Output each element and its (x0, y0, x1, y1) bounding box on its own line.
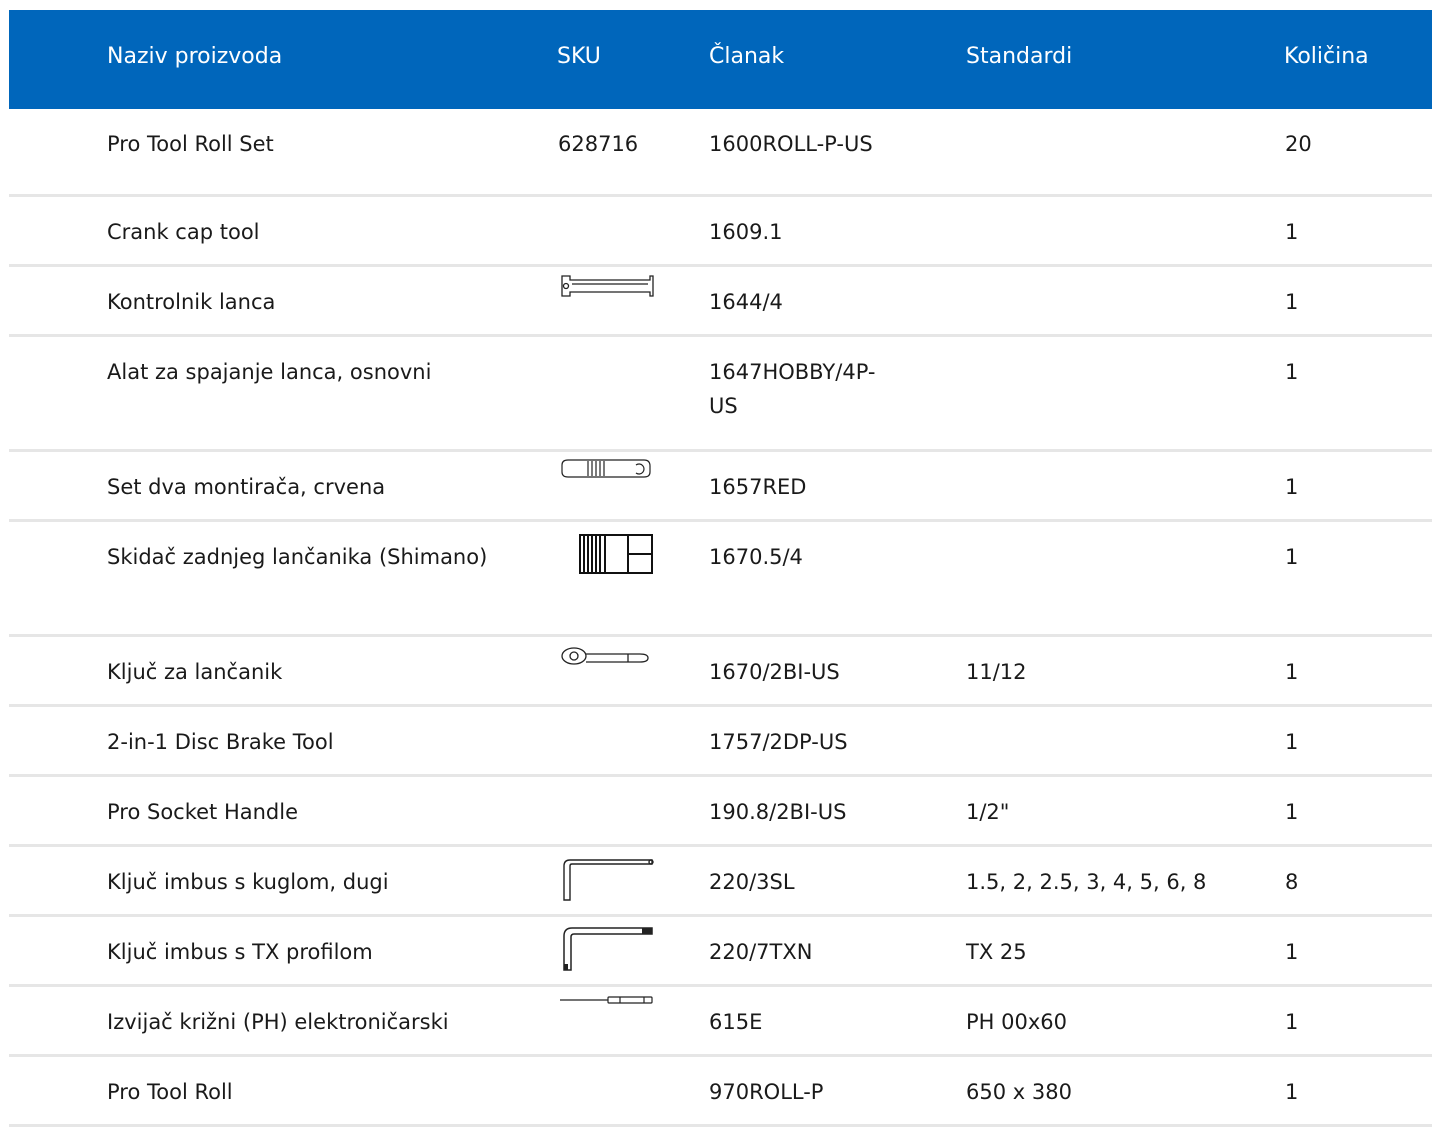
header-article: Članak (709, 44, 785, 69)
product-name-cell: Ključ imbus s kuglom, dugi (107, 870, 389, 894)
product-name-cell: Crank cap tool (107, 220, 260, 244)
quantity-cell: 1 (1285, 730, 1299, 754)
article-cell: 970ROLL-P (709, 1080, 824, 1104)
table-row: Set dva montirača, crvena 1657RED 1 (9, 452, 1432, 522)
chain-checker-icon (558, 272, 654, 324)
quantity-cell: 1 (1285, 940, 1299, 964)
header-sku: SKU (557, 44, 601, 69)
quantity-cell: 1 (1285, 1080, 1299, 1104)
quantity-cell: 1 (1285, 475, 1299, 499)
quantity-cell: 1 (1285, 660, 1299, 684)
header-quantity: Količina (1284, 44, 1369, 69)
standards-cell: 650 x 380 (966, 1080, 1072, 1104)
table-body: Pro Tool Roll Set 628716 1600ROLL-P-US 20 Cr… (9, 109, 1432, 1127)
table-row: Ključ za lančanik 1670/2BI-US 11/12 1 (9, 637, 1432, 707)
standards-cell: 1.5, 2, 2.5, 3, 4, 5, 6, 8 (966, 870, 1207, 894)
product-name-cell: Pro Tool Roll Set (107, 132, 274, 156)
article-cell: 1757/2DP-US (709, 730, 848, 754)
article-cell: 220/3SL (709, 870, 795, 894)
tire-lever-icon (558, 457, 654, 509)
product-name-cell: Ključ za lančanik (107, 660, 283, 684)
quantity-cell: 1 (1285, 290, 1299, 314)
product-table: Naziv proizvoda SKU Članak Standardi Kol… (9, 10, 1432, 1127)
table-row: Izvijač križni (PH) elektroničarski 615E P… (9, 987, 1432, 1057)
table-row: Crank cap tool 1609.1 1 (9, 197, 1432, 267)
table-row: Ključ imbus s kuglom, dugi 220/3SL 1.5, 2,… (9, 847, 1432, 917)
table-row: Skidač zadnjeg lančanika (Shimano) 1670.5… (9, 522, 1432, 637)
standards-cell: TX 25 (966, 940, 1027, 964)
article-cell: 615E (709, 1010, 763, 1034)
article-cell: 220/7TXN (709, 940, 813, 964)
chain-whip-icon (558, 642, 654, 694)
table-row: Ključ imbus s TX profilom 220/7TXN TX 25 1 (9, 917, 1432, 987)
product-name-cell: Kontrolnik lanca (107, 290, 276, 314)
table-row: 2-in-1 Disc Brake Tool 1757/2DP-US 1 (9, 707, 1432, 777)
quantity-cell: 1 (1285, 360, 1299, 384)
quantity-cell: 1 (1285, 1010, 1299, 1034)
table-row: Pro Socket Handle 190.8/2BI-US 1/2" 1 (9, 777, 1432, 847)
article-cell: 190.8/2BI-US (709, 800, 847, 824)
product-name-cell: Skidač zadnjeg lančanika (Shimano) (107, 545, 488, 569)
screwdriver-icon (558, 992, 654, 1044)
quantity-cell: 20 (1285, 132, 1312, 156)
product-name-cell: Pro Tool Roll (107, 1080, 233, 1104)
product-name-cell: Ključ imbus s TX profilom (107, 940, 373, 964)
quantity-cell: 1 (1285, 545, 1299, 569)
table-row: Alat za spajanje lanca, osnovni 1647HOBBY… (9, 337, 1432, 452)
product-name-cell: Pro Socket Handle (107, 800, 299, 824)
article-cell: 1670/2BI-US (709, 660, 840, 684)
quantity-cell: 1 (1285, 220, 1299, 244)
quantity-cell: 1 (1285, 800, 1299, 824)
quantity-cell: 8 (1285, 870, 1299, 894)
product-name-cell: Set dva montirača, crvena (107, 475, 386, 499)
article-cell: 1657RED (709, 475, 807, 499)
sku-cell: 628716 (558, 132, 639, 156)
standards-cell: 1/2" (966, 800, 1010, 824)
article-cell: 1609.1 (709, 220, 783, 244)
hex-key-icon (558, 852, 654, 904)
header-standards: Standardi (966, 44, 1073, 69)
article-cell: 1670.5/4 (709, 545, 803, 569)
table-row: Pro Tool Roll Set 628716 1600ROLL-P-US 20 (9, 109, 1432, 197)
product-name-cell: Izvijač križni (PH) elektroničarski (107, 1010, 449, 1034)
standards-cell: PH 00x60 (966, 1010, 1068, 1034)
table-header: Naziv proizvoda SKU Članak Standardi Kol… (9, 10, 1432, 109)
article-cell: 1644/4 (709, 290, 783, 314)
cassette-remover-icon (558, 527, 654, 579)
product-name-cell: Alat za spajanje lanca, osnovni (107, 360, 432, 384)
standards-cell: 11/12 (966, 660, 1027, 684)
article-cell: 1647HOBBY/4P-US (709, 360, 876, 418)
article-cell: 1600ROLL-P-US (709, 132, 873, 156)
table-row: Kontrolnik lanca 1644/4 1 (9, 267, 1432, 337)
product-name-cell: 2-in-1 Disc Brake Tool (107, 730, 334, 754)
torx-key-icon (558, 922, 654, 974)
header-product-name: Naziv proizvoda (107, 44, 283, 69)
